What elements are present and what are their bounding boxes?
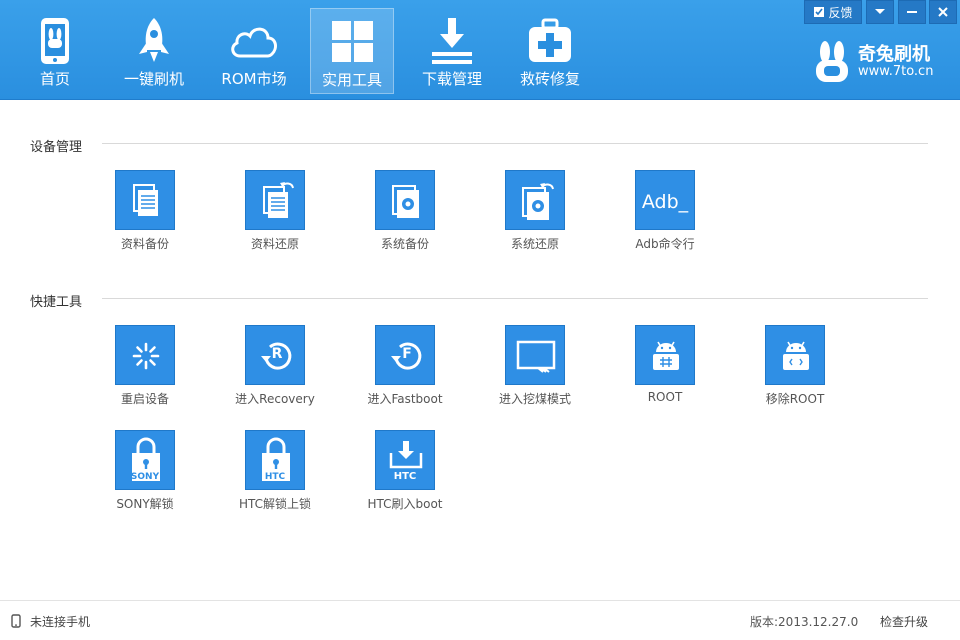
tool-label: 资料还原 [250,237,299,251]
recovery-tile-text: R [271,346,283,362]
tool-label: HTC解锁上锁 [238,497,312,511]
nav-rom-market[interactable]: ROM市场 [212,8,296,94]
tool-label: 进入Fastboot [367,392,443,406]
tool-root[interactable]: ROOT [605,325,725,415]
unroot-android-icon [765,325,825,385]
section-title-device: 设备管理 [30,140,83,155]
grid-icon [332,21,373,62]
nav-utilities[interactable]: 实用工具 [310,8,394,94]
first-aid-kit-icon [529,18,571,62]
tool-reboot-device[interactable]: 重启设备 [85,325,205,415]
app-window: 首页 一键刷机 ROM市场 实用工具 下载管理 救砖修复 反馈 奇兔刷机 www… [0,0,960,640]
section-divider [102,143,928,144]
phone-rabbit-icon [41,18,69,64]
tool-data-restore[interactable]: 资料还原 [215,170,335,260]
nav-one-click-flash-label: 一键刷机 [123,70,184,88]
download-icon [432,18,472,64]
chevron-down-icon [875,9,885,14]
tool-label: ROOT [647,390,683,404]
close-icon [938,7,948,17]
tool-label: SONY解锁 [116,497,174,511]
feedback-icon [814,7,825,17]
brand-logo: 奇兔刷机 www.7to.cn [812,40,952,86]
nav-rom-market-label: ROM市场 [221,70,287,88]
tool-label: 移除ROOT [765,392,825,406]
status-bar: 未连接手机 版本:2013.12.27.0 检查升级 [0,600,960,640]
phone-icon [11,614,21,628]
root-android-icon [635,325,695,385]
htc-flash-tile-text: HTC [393,471,417,482]
nav-home[interactable]: 首页 [14,8,96,94]
htc-lock-icon: HTC [245,430,305,490]
tool-label: 重启设备 [120,392,169,406]
data-backup-icon [115,170,175,230]
brand-name: 奇兔刷机 [858,44,930,65]
sony-unlock-icon: SONY [115,430,175,490]
tool-label: 系统备份 [380,237,429,251]
nav-download-manager[interactable]: 下载管理 [410,8,494,94]
version-label: 版本:2013.12.27.0 [750,615,859,629]
nav-one-click-flash[interactable]: 一键刷机 [112,8,196,94]
nav-utilities-label: 实用工具 [321,71,382,89]
tool-label: 进入Recovery [235,392,315,406]
tool-htc-lock-unlock[interactable]: HTC HTC解锁上锁 [215,430,335,520]
nav-brick-repair-label: 救砖修复 [519,70,580,88]
rocket-icon [139,18,169,62]
tool-htc-flash-boot[interactable]: HTC HTC刷入boot [345,430,465,520]
tool-enter-recovery[interactable]: R 进入Recovery [215,325,335,415]
tool-label: 进入挖煤模式 [498,392,571,406]
connection-status: 未连接手机 [30,615,91,629]
tool-data-backup[interactable]: 资料备份 [85,170,205,260]
tool-system-backup[interactable]: 系统备份 [345,170,465,260]
recovery-icon: R [245,325,305,385]
minimize-button[interactable] [898,0,926,24]
download-mode-icon [505,325,565,385]
tool-label: Adb命令行 [635,237,695,251]
system-restore-icon [505,170,565,230]
htc-lock-tile-text: HTC [264,472,286,482]
system-backup-icon [375,170,435,230]
nav-download-manager-label: 下载管理 [421,70,482,88]
tool-label: 系统还原 [510,237,559,251]
menu-dropdown-button[interactable] [866,0,894,24]
fastboot-icon: F [375,325,435,385]
feedback-label: 反馈 [828,5,853,20]
tool-sony-unlock[interactable]: SONY SONY解锁 [85,430,205,520]
check-upgrade-link[interactable]: 检查升级 [880,613,928,630]
nav-home-label: 首页 [39,70,70,88]
data-restore-icon [245,170,305,230]
tool-label: 资料备份 [120,237,169,251]
section-title-quick: 快捷工具 [30,295,83,310]
tool-system-restore[interactable]: 系统还原 [475,170,595,260]
adb-icon: Adb_ [635,170,695,230]
adb-tile-text: Adb_ [641,191,689,213]
htc-flash-boot-icon: HTC [375,430,435,490]
sony-tile-text: SONY [130,472,160,482]
rabbit-logo-icon [816,41,848,82]
nav-brick-repair[interactable]: 救砖修复 [508,8,592,94]
tool-label: HTC刷入boot [367,497,443,511]
minimize-icon [907,11,917,13]
cloud-icon [231,27,277,58]
fastboot-tile-text: F [402,346,412,362]
close-button[interactable] [929,0,957,24]
top-nav-bar: 首页 一键刷机 ROM市场 实用工具 下载管理 救砖修复 反馈 奇兔刷机 www… [0,0,960,100]
reboot-icon [115,325,175,385]
tool-remove-root[interactable]: 移除ROOT [735,325,855,415]
brand-url: www.7to.cn [858,64,934,79]
tool-enter-fastboot[interactable]: F 进入Fastboot [345,325,465,415]
feedback-button[interactable]: 反馈 [804,0,862,24]
tool-adb-command-line[interactable]: Adb_ Adb命令行 [605,170,725,260]
section-divider [102,298,928,299]
tool-enter-download-mode[interactable]: 进入挖煤模式 [475,325,595,415]
